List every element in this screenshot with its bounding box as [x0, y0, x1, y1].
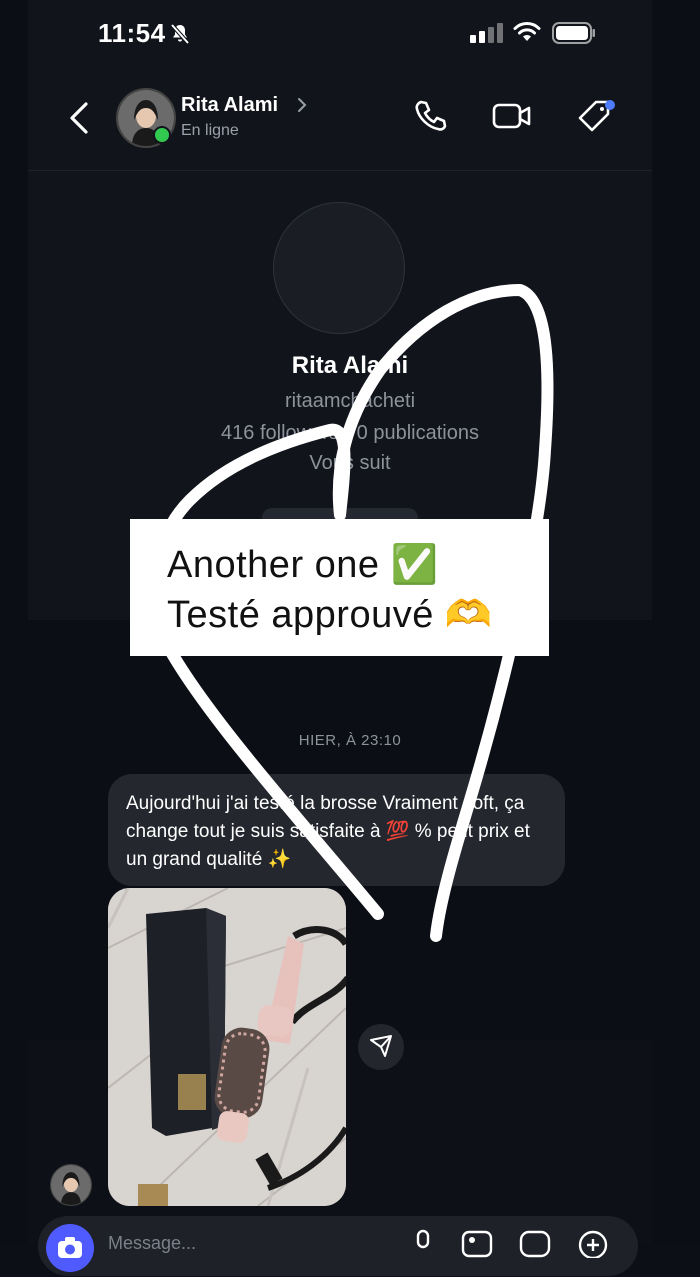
profile-handle: ritaamchacheti — [284, 390, 416, 412]
share-button[interactable] — [358, 1024, 404, 1070]
sender-avatar[interactable] — [50, 1164, 92, 1206]
profile-follow-status: Vous suit — [309, 452, 391, 474]
video-call-icon[interactable] — [492, 100, 532, 132]
microphone-icon[interactable] — [410, 1228, 436, 1258]
phone-call-icon[interactable] — [412, 98, 448, 134]
text-sticker[interactable]: Another one ✅ Testé approuvé 🫶 — [130, 519, 549, 656]
message-input[interactable]: Message... — [108, 1233, 196, 1254]
back-chevron-icon[interactable] — [66, 100, 94, 136]
plus-icon[interactable] — [576, 1228, 610, 1258]
cellular-signal-icon — [470, 23, 503, 43]
message-timestamp: HIER, À 23:10 — [298, 732, 402, 749]
camera-icon — [58, 1237, 82, 1258]
bell-off-icon — [170, 23, 190, 45]
message-bubble[interactable]: Aujourd'hui j'ai testé la brosse Vraimen… — [108, 774, 565, 886]
profile-name: Rita Alami — [291, 352, 409, 379]
gallery-icon[interactable] — [460, 1228, 494, 1258]
sender-avatar-photo — [51, 1165, 91, 1205]
status-time: 11:54 — [98, 18, 166, 48]
tag-icon[interactable] — [576, 98, 616, 136]
sticker-icon[interactable] — [518, 1228, 552, 1258]
chat-header: Rita Alami En ligne — [28, 80, 652, 171]
message-photo[interactable] — [108, 888, 346, 1206]
battery-icon — [552, 22, 595, 44]
contact-name[interactable]: Rita Alami — [181, 94, 278, 117]
camera-button[interactable] — [46, 1224, 94, 1272]
sticker-line-2: Testé approuvé 🫶 — [167, 594, 493, 636]
profile-avatar[interactable] — [273, 202, 405, 334]
online-status-dot — [153, 126, 171, 144]
hair-brush-photo — [108, 888, 346, 1206]
wifi-icon — [513, 22, 541, 41]
send-icon — [370, 1035, 392, 1057]
chevron-right-icon[interactable] — [295, 96, 309, 114]
profile-stats: 416 followers · 0 publications — [221, 422, 479, 444]
contact-status: En ligne — [181, 122, 239, 139]
sticker-line-1: Another one ✅ — [167, 544, 439, 586]
